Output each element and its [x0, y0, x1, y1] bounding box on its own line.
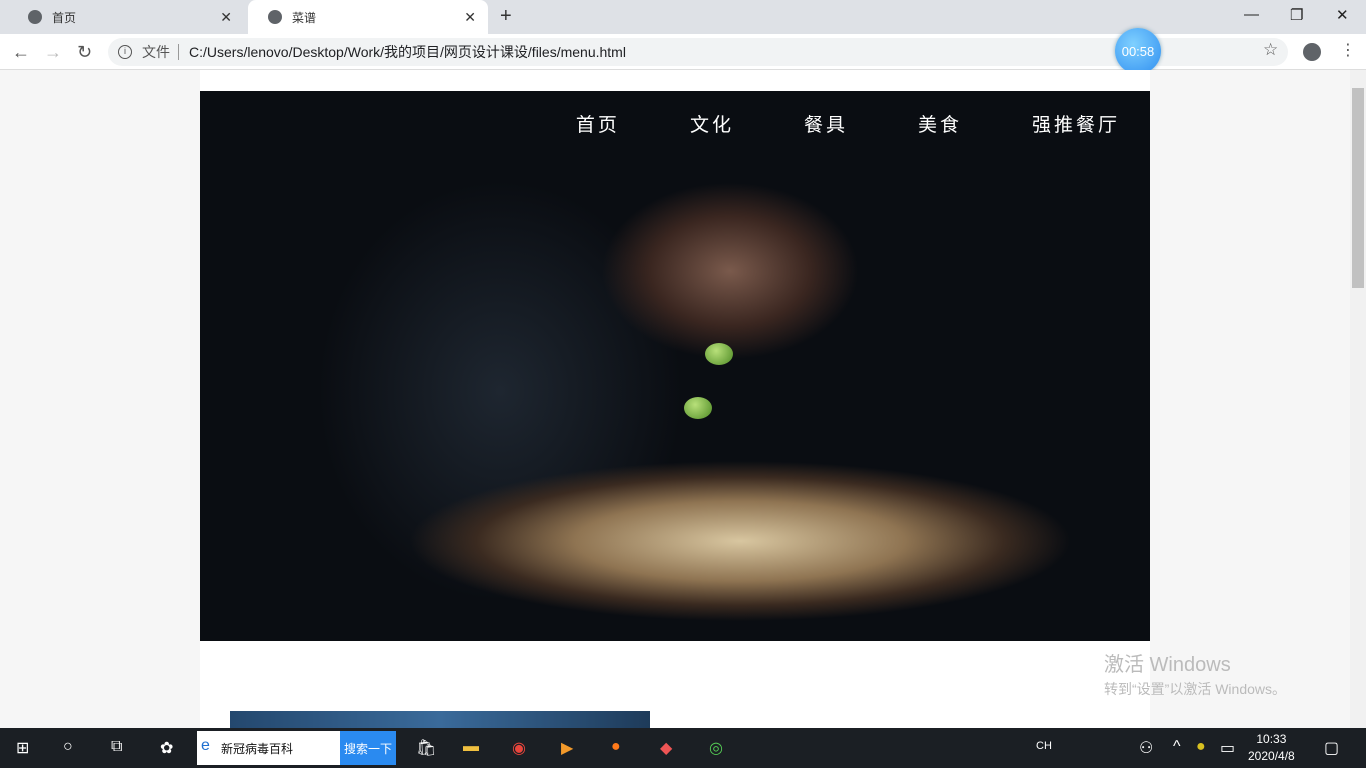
bookmark-star-icon[interactable]: ☆ [1263, 40, 1278, 60]
page-viewport: 首页 文化 餐具 美食 强推餐厅 [0, 70, 1350, 728]
menu-dots-icon[interactable]: ⋮ [1340, 40, 1356, 60]
url-text[interactable]: C:/Users/lenovo/Desktop/Work/我的项目/网页设计课设… [189, 42, 626, 62]
nav-culture[interactable]: 文化 [690, 110, 734, 137]
notification-icon[interactable]: ▢ [1324, 738, 1339, 758]
app-icon[interactable]: ◎ [709, 738, 723, 758]
task-view-icon[interactable]: ⧉ [111, 738, 122, 756]
tab-menu[interactable]: 菜谱 ✕ [248, 0, 488, 34]
content-image [230, 711, 650, 728]
taskbar-search-input[interactable]: 新冠病毒百科 [197, 731, 340, 765]
forward-button[interactable]: → [44, 42, 62, 63]
video-app-icon[interactable]: ▶ [561, 738, 573, 758]
scrollbar[interactable] [1350, 70, 1366, 728]
activation-watermark: 激活 Windows 转到“设置”以激活 Windows。 [1104, 654, 1287, 697]
address-bar[interactable]: i 文件 C:/Users/lenovo/Desktop/Work/我的项目/网… [108, 38, 1288, 66]
page-container: 首页 文化 餐具 美食 强推餐厅 [200, 70, 1150, 728]
cortana-icon[interactable]: ○ [63, 738, 73, 756]
globe-icon [268, 10, 282, 24]
globe-icon [28, 10, 42, 24]
nav-home[interactable]: 首页 [576, 110, 620, 137]
nav-restaurants[interactable]: 强推餐厅 [1032, 110, 1120, 137]
scrollbar-thumb[interactable] [1352, 88, 1364, 288]
info-icon[interactable]: i [118, 45, 132, 59]
back-button[interactable]: ← [12, 42, 30, 63]
restore-button[interactable]: ❐ [1290, 6, 1303, 24]
divider [178, 44, 179, 60]
windows-start-icon[interactable]: ⊞ [16, 738, 29, 758]
ie-icon: e [201, 737, 210, 754]
tab-bar: 首页 ✕ 菜谱 ✕ + — ❐ ✕ [0, 0, 1366, 34]
close-window-button[interactable]: ✕ [1336, 6, 1349, 24]
tray-chevron-icon[interactable]: ^ [1173, 738, 1181, 756]
tray-app-icon[interactable]: ● [1196, 738, 1206, 756]
file-explorer-icon[interactable]: ▬ [463, 738, 479, 756]
close-tab-icon[interactable]: ✕ [220, 9, 232, 26]
nav-tableware[interactable]: 餐具 [804, 110, 848, 137]
close-tab-icon[interactable]: ✕ [464, 9, 476, 26]
tab-home[interactable]: 首页 ✕ [8, 0, 244, 34]
people-icon[interactable]: ⚇ [1139, 738, 1153, 758]
hero-image: 首页 文化 餐具 美食 强推餐厅 [200, 91, 1150, 641]
search-button[interactable]: 搜索一下 [340, 731, 396, 765]
ime-indicator[interactable]: CH [1036, 740, 1052, 752]
firefox-icon[interactable]: ● [611, 738, 621, 756]
new-tab-button[interactable]: + [500, 5, 512, 28]
battery-icon[interactable]: ▭ [1220, 738, 1235, 758]
chrome-icon[interactable]: ◉ [512, 738, 526, 758]
nav-food[interactable]: 美食 [918, 110, 962, 137]
app-icon[interactable]: ✿ [160, 738, 173, 758]
browser-toolbar: ← → ↻ i 文件 C:/Users/lenovo/Desktop/Work/… [0, 34, 1366, 70]
pea [684, 397, 712, 419]
clock[interactable]: 10:33 2020/4/8 [1248, 731, 1295, 765]
pea [705, 343, 733, 365]
app-icon[interactable]: ◆ [660, 738, 672, 758]
main-nav: 首页 文化 餐具 美食 强推餐厅 [506, 110, 1120, 137]
minimize-button[interactable]: — [1244, 6, 1259, 23]
reload-button[interactable]: ↻ [77, 42, 92, 63]
recording-timer[interactable]: 00:58 [1115, 28, 1161, 74]
account-icon[interactable] [1303, 43, 1321, 61]
store-icon[interactable]: 🛍 [416, 738, 436, 758]
taskbar: ⊞ ○ ⧉ ✿ 新冠病毒百科 e 搜索一下 🛍 ▬ ◉ ▶ ● ◆ ◎ CH ⚇… [0, 728, 1366, 768]
